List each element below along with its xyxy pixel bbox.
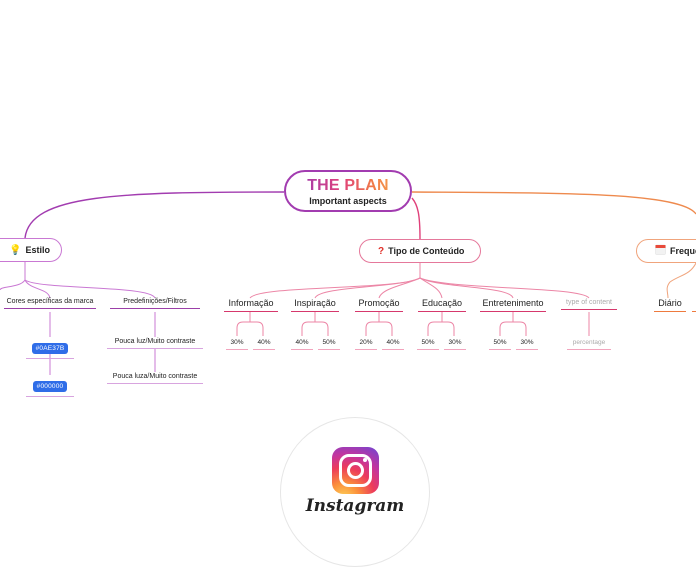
subtopic-promocao[interactable]: Promoção — [355, 298, 403, 312]
pct-value[interactable]: 50% — [489, 339, 511, 350]
central-subtitle: Important aspects — [309, 196, 387, 206]
subtopic-pouca-luz-2[interactable]: Pouca luza/Muito contraste — [107, 373, 203, 384]
topic-label: Tipo de Conteúdo — [388, 246, 465, 256]
subtopic-offscreen-underline — [692, 311, 696, 312]
pct-value[interactable]: 50% — [417, 339, 439, 350]
branch-line-tipo — [411, 197, 421, 240]
pct-value[interactable]: 50% — [318, 339, 340, 350]
central-title: THE PLAN — [286, 177, 410, 195]
instagram-logo-icon — [332, 447, 379, 494]
subtopic-diario[interactable]: Diário — [654, 298, 686, 312]
branch-line-estilo — [24, 191, 285, 239]
estilo-connectors — [0, 262, 156, 375]
pct-value[interactable]: 30% — [226, 339, 248, 350]
color-tag: #0AE37B — [31, 343, 69, 354]
topic-label: Frequê — [670, 246, 696, 256]
subtopic-entretenimento[interactable]: Entretenimento — [480, 298, 546, 312]
question-mark-icon: ? — [378, 245, 385, 257]
color-node-2[interactable]: #000000 — [26, 375, 74, 397]
pct-value[interactable]: 40% — [253, 339, 275, 350]
subtopic-cores-marca[interactable]: Cores específicas da marca — [4, 298, 96, 309]
subtopic-informacao[interactable]: Informação — [224, 298, 278, 312]
pct-value[interactable]: 40% — [382, 339, 404, 350]
subtopic-educacao[interactable]: Educação — [418, 298, 466, 312]
pct-value[interactable]: 20% — [355, 339, 377, 350]
topic-tipo-conteudo[interactable]: ? Tipo de Conteúdo — [359, 239, 481, 263]
freq-connectors — [666, 262, 696, 299]
color-tag: #000000 — [32, 381, 68, 392]
color-node-1[interactable]: #0AE37B — [26, 337, 74, 359]
pct-value[interactable]: 30% — [444, 339, 466, 350]
pct-value[interactable]: 40% — [291, 339, 313, 350]
central-topic[interactable]: THE PLAN Important aspects — [284, 170, 412, 212]
subtopic-predefinicoes[interactable]: Predefinições/Filtros — [110, 298, 200, 309]
subtopic-placeholder-type[interactable]: type of content — [561, 299, 617, 310]
calendar-icon — [655, 244, 666, 258]
topic-label: Estilo — [25, 245, 50, 255]
topic-estilo[interactable]: 💡 Estilo — [0, 238, 62, 262]
subtopic-pouca-luz-1[interactable]: Pouca luz/Muito contraste — [107, 338, 203, 349]
instagram-wordmark: Instagram — [305, 496, 405, 516]
branch-line-freq — [411, 191, 696, 215]
lightbulb-icon: 💡 — [9, 244, 22, 256]
pct-placeholder[interactable]: percentage — [567, 339, 611, 350]
subtopic-inspiracao[interactable]: Inspiração — [291, 298, 339, 312]
topic-frequencia[interactable]: Frequê — [636, 239, 696, 263]
pct-value[interactable]: 30% — [516, 339, 538, 350]
